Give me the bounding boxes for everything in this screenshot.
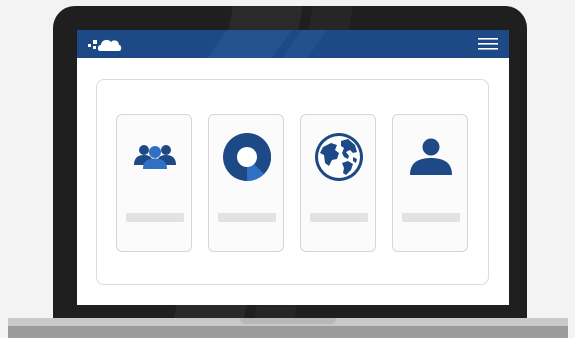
card-label-placeholder <box>126 213 184 222</box>
donut-chart-icon <box>223 132 272 182</box>
card-label-placeholder <box>310 213 368 222</box>
laptop-base-notch <box>240 318 336 324</box>
laptop-base-bottom <box>8 326 568 338</box>
hamburger-menu-icon[interactable] <box>477 36 499 52</box>
content-panel <box>96 79 489 285</box>
card-user[interactable] <box>392 114 468 252</box>
card-globe[interactable] <box>300 114 376 252</box>
screen <box>77 30 509 305</box>
laptop-base <box>8 318 568 338</box>
top-navigation-bar <box>77 30 509 58</box>
card-donut-chart[interactable] <box>208 114 284 252</box>
globe-icon <box>315 133 363 181</box>
card-users-group[interactable] <box>116 114 192 252</box>
cloud-logo-icon[interactable] <box>87 34 123 54</box>
users-group-icon <box>131 133 179 181</box>
card-label-placeholder <box>218 213 276 222</box>
card-label-placeholder <box>402 213 460 222</box>
user-icon <box>407 133 455 181</box>
topbar-gloss <box>207 30 327 58</box>
